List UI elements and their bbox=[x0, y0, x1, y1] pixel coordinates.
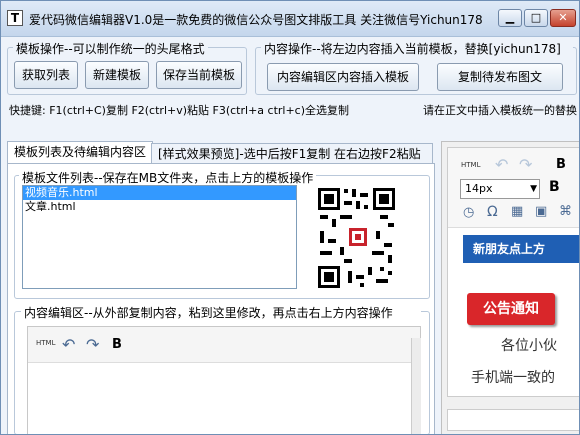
clock-icon[interactable]: ◷ bbox=[463, 205, 474, 220]
font-size-value: 14px bbox=[465, 182, 493, 195]
right-bottom-field[interactable] bbox=[447, 409, 579, 431]
right-hint: 请在正文中插入模板统一的替换 bbox=[423, 104, 577, 117]
shortcut-hint: 快捷键: F1(ctrl+C)复制 F2(ctrl+v)粘贴 F3(ctrl+a… bbox=[9, 104, 350, 117]
editor-toolbar: HTML ↶ ↷ B bbox=[28, 327, 420, 363]
table-icon[interactable]: ▦ bbox=[511, 204, 523, 219]
right-bold-icon[interactable]: B bbox=[556, 157, 566, 172]
code-icon[interactable]: ⌘ bbox=[559, 204, 572, 219]
save-template-button[interactable]: 保存当前模板 bbox=[156, 61, 242, 89]
right-html-button[interactable]: HTML bbox=[461, 161, 480, 169]
window-title: 爱代码微信编辑器V1.0是一款免费的微信公众号图文排版工具 关注微信号Yichu… bbox=[29, 13, 483, 27]
content-editor-label: 内容编辑区--从外部复制内容，粘到这里修改，再点击右上方内容操作 bbox=[21, 304, 421, 321]
tab-template-list[interactable]: 模板列表及待编辑内容区 bbox=[7, 141, 154, 165]
html-source-button[interactable]: HTML bbox=[36, 339, 55, 347]
font-size-select[interactable]: 14px ▼ bbox=[460, 179, 540, 199]
redo-icon[interactable]: ↷ bbox=[86, 335, 99, 354]
template-file-list[interactable]: 视频音乐.html 文章.html bbox=[22, 185, 297, 289]
content-ops-label: 内容操作--将左边内容插入当前模板，替换[yichun178] bbox=[261, 40, 573, 57]
new-template-button[interactable]: 新建模板 bbox=[85, 61, 149, 89]
tab-style-preview[interactable]: [样式效果预览]-选中后按F1复制 在右边按F2粘贴 bbox=[151, 143, 433, 165]
list-item[interactable]: 文章.html bbox=[23, 200, 296, 214]
copy-publish-button[interactable]: 复制待发布图文 bbox=[437, 63, 563, 91]
app-window: T 爱代码微信编辑器V1.0是一款免费的微信公众号图文排版工具 关注微信号Yic… bbox=[0, 0, 580, 435]
right-redo-icon[interactable]: ↷ bbox=[519, 155, 532, 174]
content-editor[interactable]: HTML ↶ ↷ B bbox=[27, 326, 421, 434]
close-icon: ✕ bbox=[558, 11, 568, 24]
close-button[interactable]: ✕ bbox=[550, 9, 576, 27]
right-bold-icon-2[interactable]: B bbox=[549, 179, 560, 195]
template-ops-label: 模板操作--可以制作统一的头尾格式 bbox=[13, 40, 208, 57]
minimize-icon: ▁ bbox=[505, 11, 515, 24]
maximize-icon: □ bbox=[530, 11, 542, 24]
chevron-down-icon: ▼ bbox=[530, 184, 537, 194]
maximize-button[interactable]: □ bbox=[524, 9, 548, 27]
title-bar: T 爱代码微信编辑器V1.0是一款免费的微信公众号图文排版工具 关注微信号Yic… bbox=[1, 1, 579, 37]
new-friend-banner: 新朋友点上方 bbox=[463, 235, 579, 263]
notice-badge: 公告通知 bbox=[467, 293, 555, 325]
omega-icon[interactable]: Ω bbox=[487, 204, 498, 220]
image-icon[interactable]: ▣ bbox=[535, 204, 547, 219]
undo-icon[interactable]: ↶ bbox=[62, 335, 75, 354]
qr-code bbox=[317, 186, 396, 289]
preview-line-2: 手机端一致的 bbox=[471, 370, 555, 386]
bold-icon[interactable]: B bbox=[112, 337, 122, 352]
minimize-button[interactable]: ▁ bbox=[498, 9, 522, 27]
file-list-label: 模板文件列表--保存在MB文件夹，点击上方的模板操作 bbox=[19, 169, 317, 186]
list-item[interactable]: 视频音乐.html bbox=[23, 186, 296, 200]
editor-scrollbar[interactable] bbox=[411, 338, 421, 434]
get-list-button[interactable]: 获取列表 bbox=[14, 61, 78, 89]
app-icon: T bbox=[7, 10, 23, 26]
right-undo-icon[interactable]: ↶ bbox=[495, 155, 508, 174]
preview-line-1: 各位小伙 bbox=[501, 338, 557, 354]
insert-into-template-button[interactable]: 内容编辑区内容插入模板 bbox=[267, 63, 419, 91]
